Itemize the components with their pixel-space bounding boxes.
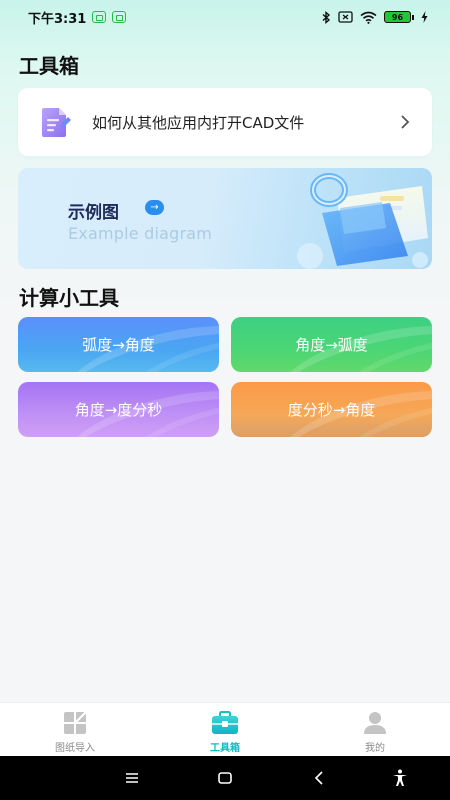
tab-drawing-import[interactable]: 图纸导入: [0, 703, 150, 756]
tool-label: 度分秒→角度: [287, 401, 376, 419]
radian-to-degree-button[interactable]: 弧度→角度: [18, 317, 219, 372]
status-right: 96: [322, 10, 428, 24]
tool-label: 弧度→角度: [82, 336, 155, 354]
status-bar: 下午3:31 96: [0, 0, 450, 34]
degree-to-dms-button[interactable]: 角度→度分秒: [18, 382, 219, 437]
back-icon[interactable]: [310, 768, 330, 788]
help-card-text: 如何从其他应用内打开CAD文件: [92, 113, 305, 132]
example-title: 示例图: [68, 203, 119, 223]
wifi-icon: [360, 11, 377, 24]
battery-level: 96: [384, 11, 411, 23]
folder-illustration: [297, 173, 428, 269]
dms-to-degree-button[interactable]: 度分秒→角度: [231, 382, 432, 437]
tab-label: 我的: [365, 743, 385, 754]
example-subtitle: Example diagram: [68, 224, 213, 243]
section-title-calc-tools: 计算小工具: [19, 286, 119, 310]
tab-label: 图纸导入: [55, 743, 95, 754]
tab-toolbox[interactable]: 工具箱: [150, 703, 300, 756]
charging-icon: [421, 11, 428, 23]
home-icon[interactable]: [215, 768, 235, 788]
chevron-right-icon: [401, 115, 410, 129]
toolbox-icon: [212, 711, 238, 734]
document-edit-icon: [42, 108, 71, 137]
example-diagram-banner[interactable]: 示例图 → Example diagram: [18, 168, 432, 269]
notification-icon: [92, 11, 107, 23]
status-left: 下午3:31: [28, 8, 127, 27]
system-nav-bar: [0, 756, 450, 800]
page-title: 工具箱: [19, 54, 79, 78]
notification-icon: [112, 11, 127, 23]
accessibility-icon[interactable]: [390, 768, 410, 788]
bluetooth-icon: [322, 10, 331, 24]
arrow-right-icon: →: [145, 200, 164, 215]
sim-off-icon: [338, 11, 353, 23]
tab-label: 工具箱: [210, 743, 240, 754]
tab-mine[interactable]: 我的: [300, 703, 450, 756]
drawing-import-icon: [64, 711, 87, 734]
help-open-cad-card[interactable]: 如何从其他应用内打开CAD文件: [18, 88, 432, 156]
status-time: 下午3:31: [28, 11, 87, 27]
tool-label: 角度→弧度: [295, 336, 368, 354]
tool-label: 角度→度分秒: [74, 401, 163, 419]
degree-to-radian-button[interactable]: 角度→弧度: [231, 317, 432, 372]
bottom-tab-bar: 图纸导入 工具箱 我的: [0, 702, 450, 756]
battery-indicator: 96: [384, 11, 414, 23]
menu-icon[interactable]: [122, 768, 142, 788]
user-icon: [364, 712, 386, 734]
